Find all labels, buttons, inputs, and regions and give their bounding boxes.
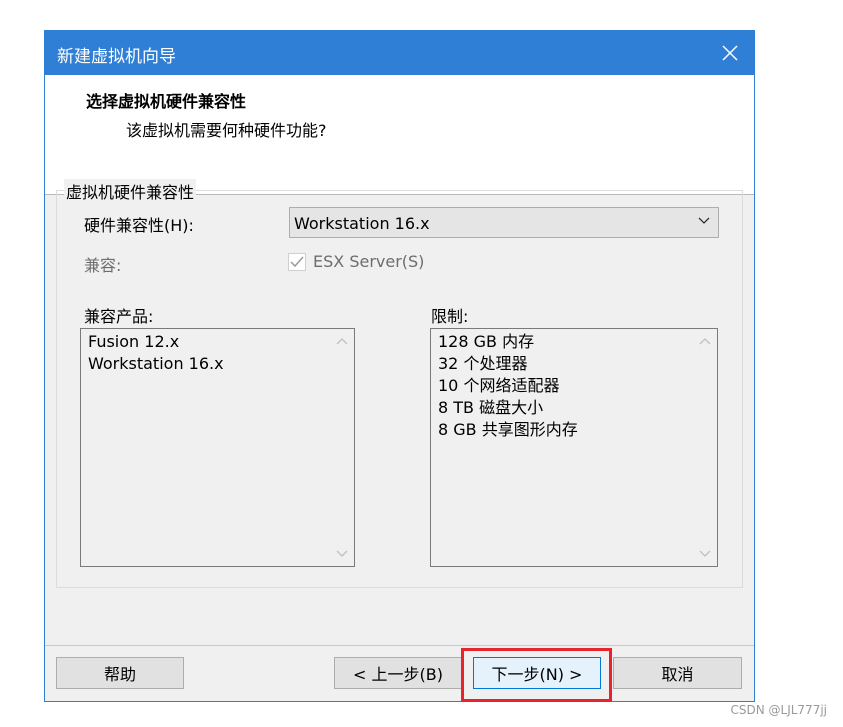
- chevron-down-icon[interactable]: [699, 550, 711, 558]
- window-title: 新建虚拟机向导: [57, 47, 176, 67]
- highlight-box: [461, 648, 612, 702]
- watermark: CSDN @LJL777jj: [730, 703, 827, 717]
- limits-label: 限制:: [431, 307, 469, 326]
- limits-scrollbar[interactable]: [693, 329, 717, 566]
- products-scrollbar[interactable]: [330, 329, 354, 566]
- chevron-down-icon: [698, 217, 710, 224]
- page-title: 选择虚拟机硬件兼容性: [86, 92, 247, 111]
- list-item: 128 GB 内存: [438, 332, 535, 351]
- compat-label: 兼容:: [84, 256, 122, 275]
- hw-compat-value: Workstation 16.x: [294, 214, 430, 233]
- groupbox-title: 虚拟机硬件兼容性: [64, 179, 197, 203]
- list-item: Fusion 12.x: [88, 332, 180, 351]
- page-subtitle: 该虚拟机需要何种硬件功能?: [126, 121, 327, 140]
- limits-list[interactable]: 128 GB 内存 32 个处理器 10 个网络适配器 8 TB 磁盘大小 8 …: [430, 328, 718, 567]
- chevron-up-icon[interactable]: [699, 337, 711, 345]
- products-label: 兼容产品:: [84, 307, 154, 326]
- hw-compat-select[interactable]: Workstation 16.x: [289, 207, 719, 238]
- list-item: 10 个网络适配器: [438, 376, 560, 395]
- checkmark-icon: [290, 256, 304, 268]
- wizard-dialog: 新建虚拟机向导 选择虚拟机硬件兼容性 该虚拟机需要何种硬件功能? 虚拟机硬件兼容…: [44, 30, 755, 702]
- cancel-button[interactable]: 取消: [613, 657, 742, 689]
- title-bar: 新建虚拟机向导: [45, 31, 754, 75]
- help-button[interactable]: 帮助: [56, 657, 184, 689]
- wizard-header: 选择虚拟机硬件兼容性 该虚拟机需要何种硬件功能?: [45, 75, 754, 195]
- close-button[interactable]: [706, 31, 754, 75]
- footer-divider: [45, 645, 754, 646]
- chevron-up-icon[interactable]: [336, 337, 348, 345]
- back-button[interactable]: < 上一步(B): [334, 657, 462, 689]
- list-item: Workstation 16.x: [88, 354, 224, 373]
- products-list[interactable]: Fusion 12.x Workstation 16.x: [80, 328, 355, 567]
- chevron-down-icon[interactable]: [336, 550, 348, 558]
- esx-checkbox[interactable]: [288, 253, 306, 271]
- list-item: 8 GB 共享图形内存: [438, 420, 578, 439]
- close-icon: [722, 45, 738, 61]
- esx-checkbox-label: ESX Server(S): [313, 252, 425, 271]
- list-item: 8 TB 磁盘大小: [438, 398, 544, 417]
- hw-compat-label: 硬件兼容性(H):: [84, 216, 194, 235]
- list-item: 32 个处理器: [438, 354, 528, 373]
